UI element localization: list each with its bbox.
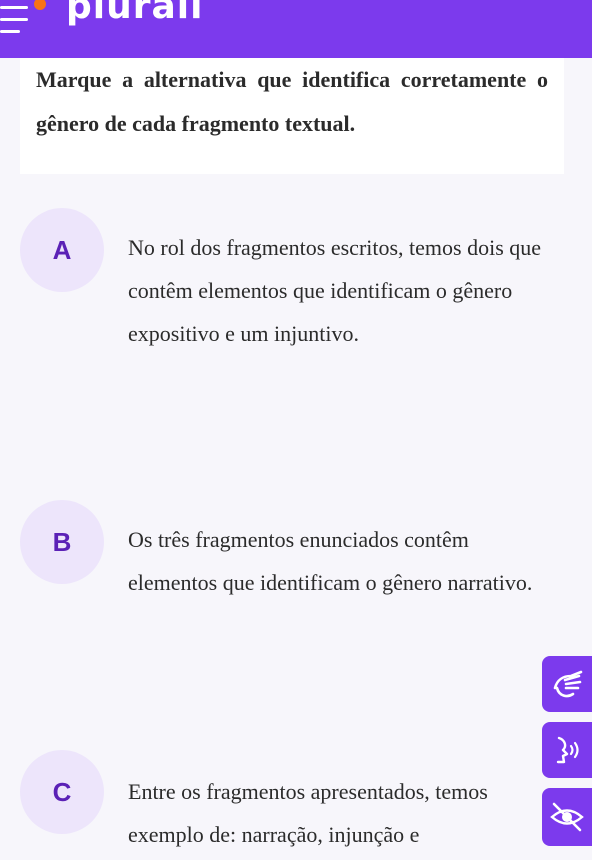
option-text: Entre os fragmentos apresentados, temos … — [128, 779, 488, 847]
sign-language-button[interactable] — [542, 656, 592, 712]
option-b[interactable]: B Os três fragmentos enunciados contêm e… — [20, 500, 564, 660]
notification-dot — [34, 0, 46, 10]
option-letter-badge[interactable]: A — [20, 208, 104, 292]
question-text: Marque a alternativa que identifica corr… — [36, 67, 548, 136]
hamburger-menu-icon[interactable] — [0, 0, 46, 44]
option-a[interactable]: A No rol dos fragmentos escritos, temos … — [20, 208, 564, 408]
option-c[interactable]: C Entre os fragmentos apresentados, temo… — [20, 750, 564, 860]
option-text: Os três fragmentos enunciados contêm ele… — [128, 527, 533, 595]
audio-reader-icon — [556, 736, 579, 764]
top-bar: plurall — [0, 0, 592, 58]
low-vision-button[interactable] — [542, 788, 592, 846]
audio-reader-button[interactable] — [542, 722, 592, 778]
option-text: No rol dos fragmentos escritos, temos do… — [128, 235, 542, 346]
sign-language-icon — [553, 670, 583, 698]
plurall-logo[interactable]: plurall — [66, 0, 203, 27]
option-letter-badge[interactable]: B — [20, 500, 104, 584]
question-card: Marque a alternativa que identifica corr… — [20, 58, 564, 174]
option-letter-badge[interactable]: C — [20, 750, 104, 834]
low-vision-icon — [550, 802, 584, 832]
